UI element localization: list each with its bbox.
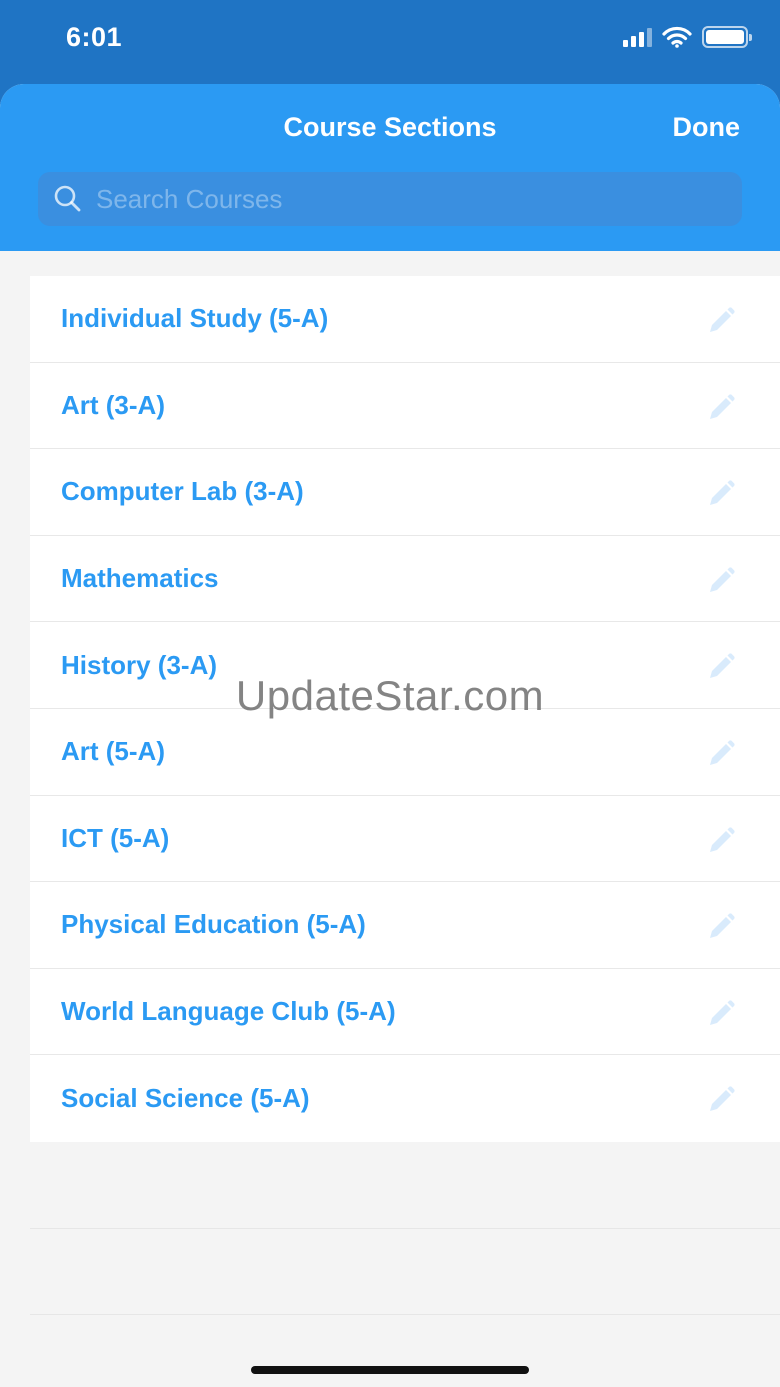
course-label: Individual Study (5-A)	[61, 303, 329, 334]
divider	[30, 1228, 780, 1229]
course-row[interactable]: Art (5-A)	[30, 709, 780, 796]
pencil-icon[interactable]	[706, 306, 736, 336]
status-icons	[623, 26, 752, 48]
done-button[interactable]: Done	[673, 112, 741, 143]
course-label: Art (3-A)	[61, 389, 165, 420]
course-label: ICT (5-A)	[61, 822, 170, 853]
course-label: Physical Education (5-A)	[61, 909, 366, 940]
pencil-icon[interactable]	[706, 739, 736, 769]
course-label: History (3-A)	[61, 649, 218, 680]
course-row[interactable]: Social Science (5-A)	[30, 1055, 780, 1142]
course-row[interactable]: ICT (5-A)	[30, 796, 780, 883]
search-input[interactable]	[84, 172, 742, 226]
pencil-icon[interactable]	[706, 566, 736, 596]
page-title: Course Sections	[283, 112, 497, 142]
divider	[30, 1314, 780, 1315]
search-bar[interactable]	[38, 172, 742, 226]
course-row[interactable]: Computer Lab (3-A)	[30, 449, 780, 536]
course-row[interactable]: Art (3-A)	[30, 363, 780, 450]
course-list: Individual Study (5-A) Art (3-A) Compute…	[30, 276, 780, 1142]
status-time: 6:01	[66, 22, 123, 52]
course-sections-sheet: Course Sections Done Individual Study (5…	[0, 84, 780, 1387]
course-label: World Language Club (5-A)	[61, 996, 396, 1027]
wifi-icon	[662, 26, 692, 48]
status-bar: 6:01	[0, 0, 780, 84]
pencil-icon[interactable]	[706, 826, 736, 856]
home-indicator[interactable]	[251, 1366, 529, 1374]
nav-header: Course Sections Done	[0, 84, 780, 251]
pencil-icon[interactable]	[706, 393, 736, 423]
pencil-icon[interactable]	[706, 1085, 736, 1115]
course-label: Social Science (5-A)	[61, 1083, 310, 1114]
battery-level	[706, 30, 744, 44]
battery-icon	[702, 26, 752, 48]
course-row[interactable]: Individual Study (5-A)	[30, 276, 780, 363]
course-label: Art (5-A)	[61, 736, 165, 767]
course-row[interactable]: Physical Education (5-A)	[30, 882, 780, 969]
pencil-icon[interactable]	[706, 912, 736, 942]
pencil-icon[interactable]	[706, 479, 736, 509]
course-row[interactable]: World Language Club (5-A)	[30, 969, 780, 1056]
course-row[interactable]: History (3-A)	[30, 622, 780, 709]
course-label: Mathematics	[61, 563, 219, 594]
pencil-icon[interactable]	[706, 999, 736, 1029]
course-row[interactable]: Mathematics	[30, 536, 780, 623]
course-label: Computer Lab (3-A)	[61, 476, 304, 507]
cellular-signal-icon	[623, 27, 652, 47]
search-icon	[54, 185, 81, 212]
pencil-icon[interactable]	[706, 652, 736, 682]
